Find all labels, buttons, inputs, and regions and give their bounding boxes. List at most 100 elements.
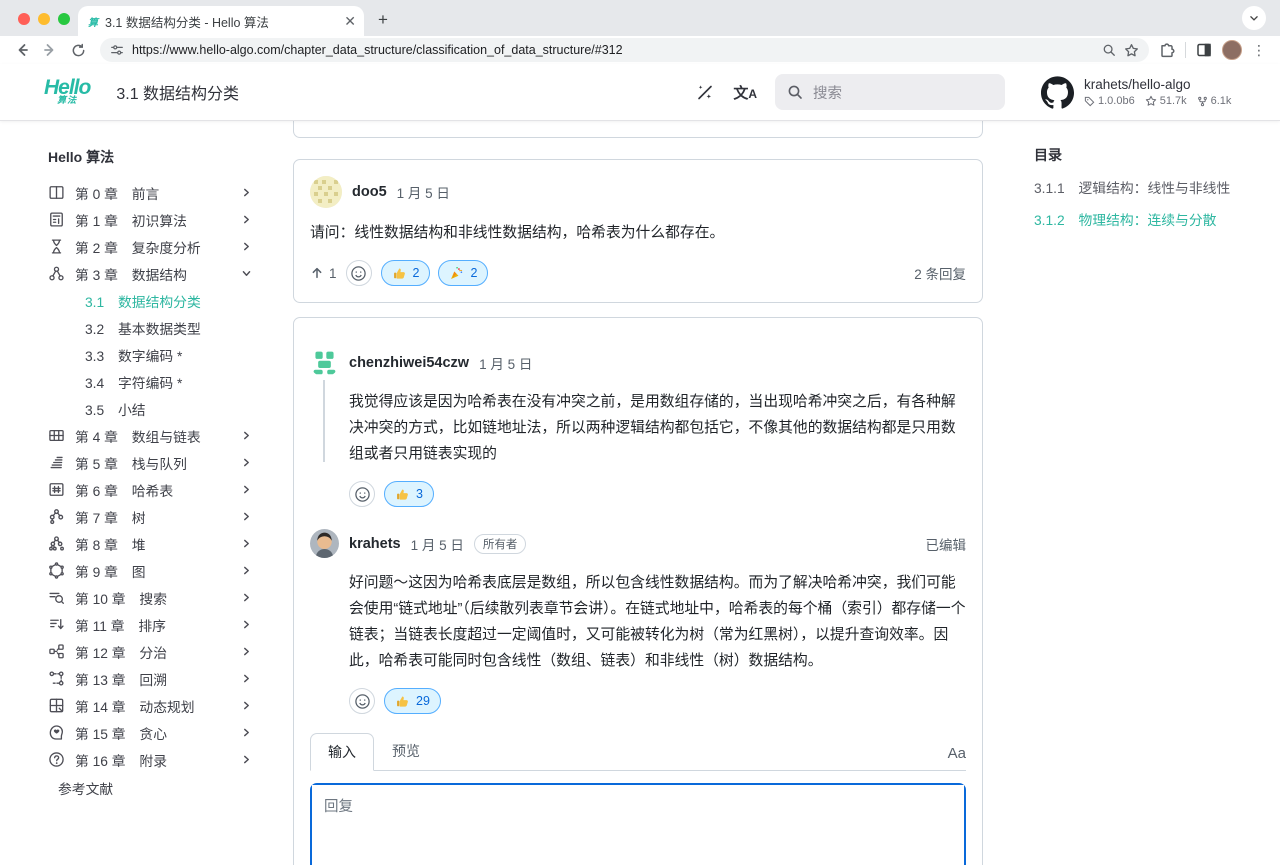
back-icon[interactable] — [10, 38, 34, 62]
chapter-icon — [48, 643, 65, 660]
sidebar-item[interactable]: 第 14 章 动态规划 — [48, 692, 282, 719]
sidebar-item[interactable]: 3.5 小结 — [48, 395, 282, 422]
menu-kebab-icon[interactable]: ⋮ — [1252, 42, 1266, 59]
replies-card: chenzhiwei54czw 1 月 5 日 我觉得应该是因为哈希表在没有冲突… — [293, 317, 983, 865]
comment-author[interactable]: chenzhiwei54czw — [349, 355, 469, 371]
bookmark-star-icon[interactable] — [1124, 43, 1139, 58]
reaction-pill[interactable]: 2 — [381, 260, 431, 286]
reaction-emoji-icon — [449, 266, 464, 281]
chevron-icon — [241, 565, 252, 576]
sidebar-item-label: 第 0 章 前言 — [75, 183, 159, 203]
toc-title: 目录 — [1034, 145, 1280, 165]
chapter-icon — [48, 481, 65, 498]
avatar-doo5[interactable] — [310, 176, 342, 208]
sidebar-item[interactable]: 3.3 数字编码 * — [48, 341, 282, 368]
chapter-icon — [48, 751, 65, 768]
sidebar-item[interactable]: 3.2 基本数据类型 — [48, 314, 282, 341]
chevron-icon — [241, 457, 252, 468]
repo-stars: 51.7k — [1145, 95, 1187, 107]
sidebar-item[interactable]: 第 16 章 附录 — [48, 746, 282, 773]
sidebar-item[interactable]: 第 5 章 栈与队列 — [48, 449, 282, 476]
forward-icon[interactable] — [38, 38, 62, 62]
add-reaction-button[interactable] — [346, 260, 372, 286]
sidebar-item[interactable]: 第 13 章 回溯 — [48, 665, 282, 692]
sidebar-item[interactable]: 第 12 章 分治 — [48, 638, 282, 665]
browser-toolbar: https://www.hello-algo.com/chapter_data_… — [0, 36, 1280, 64]
site-logo[interactable]: Hello 算法 — [44, 79, 90, 104]
upvote-arrow-icon — [310, 266, 324, 280]
avatar-chenzhiwei54czw[interactable] — [310, 348, 339, 377]
chapter-icon — [48, 589, 65, 606]
reload-icon[interactable] — [66, 38, 90, 62]
reply-textarea[interactable] — [312, 785, 964, 865]
sidebar-item[interactable]: 第 1 章 初识算法 — [48, 206, 282, 233]
comment-author[interactable]: doo5 — [352, 184, 387, 200]
comment-author[interactable]: krahets — [349, 536, 401, 552]
comments-section: doo5 1 月 5 日 请问：线性数据结构和非线性数据结构，哈希表为什么都存在… — [282, 121, 994, 865]
sidebar-item-label: 第 9 章 图 — [75, 561, 146, 581]
tab-preview[interactable]: 预览 — [374, 732, 438, 770]
sidebar-item-label: 第 15 章 贪心 — [75, 723, 167, 743]
sidebar-item[interactable]: 3.1 数据结构分类 — [48, 287, 282, 314]
reply-comment-owner: krahets 1 月 5 日 所有者 已编辑 好问题～这因为哈希表底层是数组，… — [310, 529, 966, 714]
sidebar-item-label: 第 4 章 数组与链表 — [75, 426, 201, 446]
window-controls[interactable] — [18, 13, 70, 25]
url-text[interactable]: https://www.hello-algo.com/chapter_data_… — [132, 43, 1094, 57]
toc-item[interactable]: 3.1.2 物理结构：连续与分散 — [1034, 209, 1280, 229]
sidebar-item[interactable]: 3.4 字符编码 * — [48, 368, 282, 395]
sidebar-item[interactable]: 第 9 章 图 — [48, 557, 282, 584]
language-toggle-icon[interactable]: 文A — [733, 82, 757, 103]
reaction-emoji-icon — [395, 694, 410, 709]
sidebar-item[interactable]: 第 0 章 前言 — [48, 179, 282, 206]
add-reaction-button[interactable] — [349, 688, 375, 714]
avatar-krahets[interactable] — [310, 529, 339, 558]
sidebar-item[interactable]: 第 4 章 数组与链表 — [48, 422, 282, 449]
sidebar-item[interactable]: 第 2 章 复杂度分析 — [48, 233, 282, 260]
sidebar-item[interactable]: 参考文献 — [48, 774, 282, 801]
reaction-pill[interactable]: 29 — [384, 688, 441, 714]
add-reaction-button[interactable] — [349, 481, 375, 507]
sidebar-item[interactable]: 第 8 章 堆 — [48, 530, 282, 557]
reaction-pill[interactable]: 2 — [438, 260, 488, 286]
sidebar-item-label: 第 1 章 初识算法 — [75, 210, 187, 230]
toc-item[interactable]: 3.1.1 逻辑结构：线性与非线性 — [1034, 177, 1280, 197]
reaction-pill[interactable]: 3 — [384, 481, 434, 507]
profile-avatar[interactable] — [1222, 40, 1242, 60]
edited-label[interactable]: 已编辑 — [926, 534, 967, 554]
sidebar-item[interactable]: 第 7 章 树 — [48, 503, 282, 530]
comment-date[interactable]: 1 月 5 日 — [479, 353, 532, 373]
text-format-button[interactable]: Aa — [948, 745, 966, 770]
address-bar[interactable]: https://www.hello-algo.com/chapter_data_… — [100, 38, 1149, 62]
window-chevron-icon[interactable] — [1242, 6, 1266, 30]
upvote-button[interactable]: 1 — [310, 266, 337, 281]
browser-actions: ⋮ — [1159, 40, 1270, 60]
comment-date[interactable]: 1 月 5 日 — [411, 534, 464, 554]
theme-toggle-icon[interactable] — [695, 82, 715, 102]
browser-tab-strip: 算 3.1 数据结构分类 - Hello 算法 ✕ + — [0, 0, 1280, 36]
zoom-page-icon[interactable] — [1102, 43, 1116, 57]
tag-icon — [1084, 96, 1095, 107]
zoom-window-button[interactable] — [58, 13, 70, 25]
table-of-contents: 目录 3.1.1 逻辑结构：线性与非线性 3.1.2 物理结构：连续与分散 — [994, 121, 1280, 865]
chevron-icon — [241, 511, 252, 522]
site-settings-icon[interactable] — [110, 43, 124, 57]
tab-write[interactable]: 输入 — [310, 733, 374, 771]
extensions-icon[interactable] — [1159, 42, 1175, 58]
new-tab-button[interactable]: + — [378, 10, 388, 30]
search-input[interactable]: 搜索 — [775, 74, 1005, 110]
sidebar-item[interactable]: 第 6 章 哈希表 — [48, 476, 282, 503]
close-window-button[interactable] — [18, 13, 30, 25]
sidebar-item[interactable]: 第 3 章 数据结构 — [48, 260, 282, 287]
repo-link[interactable]: krahets/hello-algo 1.0.0b6 51.7k 6.1k — [1041, 76, 1256, 109]
chapter-icon — [48, 616, 65, 633]
sidebar-item[interactable]: 第 10 章 搜索 — [48, 584, 282, 611]
sidebar-item-label: 参考文献 — [58, 778, 113, 798]
sidebar-item[interactable]: 第 15 章 贪心 — [48, 719, 282, 746]
comment-date[interactable]: 1 月 5 日 — [397, 182, 450, 202]
minimize-window-button[interactable] — [38, 13, 50, 25]
side-panel-icon[interactable] — [1196, 42, 1212, 58]
tab-close-icon[interactable]: ✕ — [344, 14, 356, 28]
sidebar-item[interactable]: 第 11 章 排序 — [48, 611, 282, 638]
browser-tab[interactable]: 算 3.1 数据结构分类 - Hello 算法 ✕ — [78, 6, 364, 36]
reaction-emoji-icon — [395, 487, 410, 502]
